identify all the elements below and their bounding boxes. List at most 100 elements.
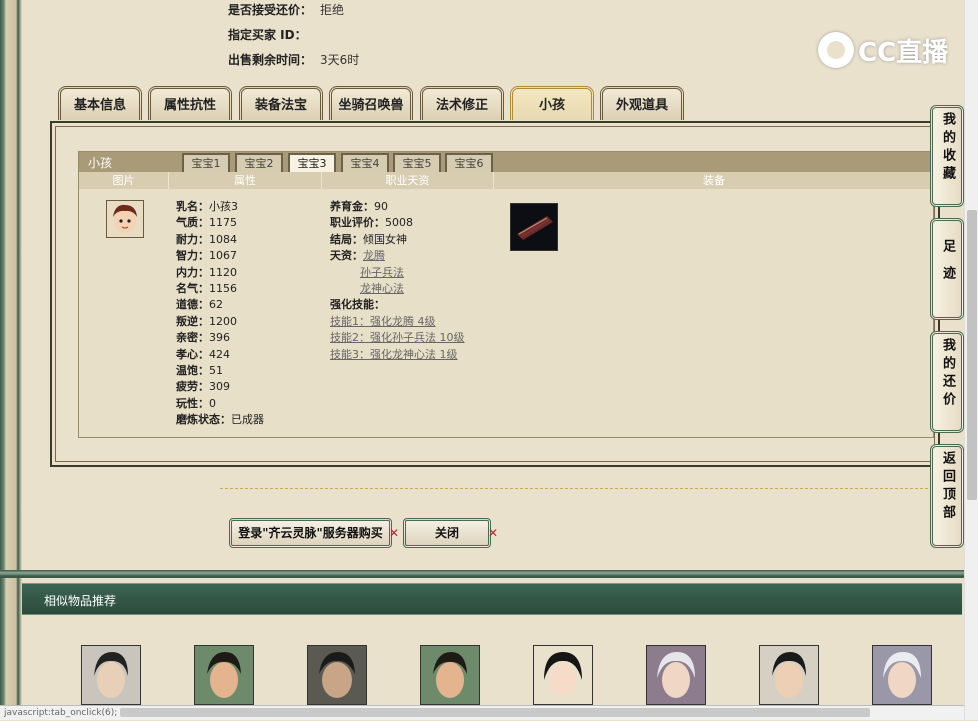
my-favorites-button[interactable]: 我的收藏 xyxy=(930,105,964,207)
attr-row: 亲密：396 xyxy=(176,330,264,346)
tab-attributes[interactable]: 属性抗性 xyxy=(148,86,232,120)
talent-link[interactable]: 龙腾 xyxy=(363,249,385,262)
equipment-item-icon[interactable] xyxy=(510,203,558,251)
recommend-item[interactable] xyxy=(533,645,593,705)
job-key: 职业评价： xyxy=(330,216,385,230)
job-row: 龙神心法 xyxy=(330,281,465,297)
subtab-baby1[interactable]: 宝宝1 xyxy=(182,153,230,172)
child-portrait xyxy=(106,200,144,238)
attr-row: 乳名：小孩3 xyxy=(176,199,264,215)
recommend-item[interactable] xyxy=(872,645,932,705)
attr-row: 耐力：1084 xyxy=(176,232,264,248)
column-header-equipment: 装备 xyxy=(494,172,935,189)
info-row: 是否接受还价： 拒绝 xyxy=(228,0,359,25)
tab-equipment[interactable]: 装备法宝 xyxy=(239,86,323,120)
attr-key: 磨炼状态： xyxy=(176,413,231,427)
close-button[interactable]: 关闭 ✕ xyxy=(403,518,498,548)
skill-link[interactable]: 技能2：强化孙子兵法 10级 xyxy=(330,331,465,344)
attr-key: 气质： xyxy=(176,216,209,230)
info-label: 出售剩余时间： xyxy=(228,53,313,67)
info-value: 拒绝 xyxy=(320,3,345,17)
attr-row: 温饱：51 xyxy=(176,363,264,379)
subtab-baby4[interactable]: 宝宝4 xyxy=(341,153,389,172)
subtab-baby6[interactable]: 宝宝6 xyxy=(445,153,493,172)
attr-row: 孝心：424 xyxy=(176,347,264,363)
info-label: 指定买家 ID： xyxy=(228,28,307,42)
attr-value: 0 xyxy=(209,396,216,410)
info-row: 出售剩余时间： 3天6时 xyxy=(228,50,359,75)
talent-link[interactable]: 龙神心法 xyxy=(360,282,404,295)
attr-value: 1084 xyxy=(209,232,237,246)
subtab-baby3[interactable]: 宝宝3 xyxy=(288,153,336,173)
recommend-item[interactable] xyxy=(759,645,819,705)
attr-row: 玩性：0 xyxy=(176,396,264,412)
attr-key: 温饱： xyxy=(176,364,209,378)
sale-info: 是否接受还价： 拒绝 指定买家 ID： 出售剩余时间： 3天6时 xyxy=(228,0,359,75)
job-row: 技能1：强化龙腾 4级 xyxy=(330,314,465,330)
recommend-item[interactable] xyxy=(307,645,367,705)
vertical-scrollbar[interactable] xyxy=(964,0,978,720)
tab-child[interactable]: 小孩 xyxy=(510,86,594,120)
attr-row: 智力：1067 xyxy=(176,248,264,264)
job-key: 强化技能： xyxy=(330,298,385,312)
section-title: 小孩 xyxy=(88,156,113,170)
tab-mounts[interactable]: 坐骑召唤兽 xyxy=(329,86,413,120)
info-value: 3天6时 xyxy=(320,53,360,67)
side-button-label: 我的收藏 xyxy=(940,112,955,184)
recommend-item[interactable] xyxy=(194,645,254,705)
horizontal-scrollbar[interactable] xyxy=(120,708,870,717)
attr-key: 乳名： xyxy=(176,200,209,213)
recommend-item[interactable] xyxy=(81,645,141,705)
side-button-label: 足迹 xyxy=(940,239,955,293)
tab-basic-info[interactable]: 基本信息 xyxy=(58,86,142,120)
job-key: 天资： xyxy=(330,249,363,263)
scrollbar-thumb[interactable] xyxy=(967,210,977,500)
attr-key: 玩性： xyxy=(176,396,209,410)
skill-link[interactable]: 技能3：强化龙神心法 1级 xyxy=(330,348,458,361)
attr-value: 1156 xyxy=(209,282,237,296)
attr-key: 孝心： xyxy=(176,347,209,361)
attr-value: 已成器 xyxy=(231,413,264,427)
section-separator xyxy=(0,570,978,578)
job-key: 养育金： xyxy=(330,200,374,213)
attr-key: 亲密： xyxy=(176,331,209,345)
job-row: 强化技能： xyxy=(330,297,465,313)
attr-row: 内力：1120 xyxy=(176,265,264,281)
skill-link[interactable]: 技能1：强化龙腾 4级 xyxy=(330,315,436,328)
status-text: javascript:tab_onclick(6); xyxy=(4,708,118,718)
job-row: 天资：龙腾 xyxy=(330,248,465,264)
job-row: 养育金：90 xyxy=(330,199,465,215)
attr-key: 内力： xyxy=(176,265,209,279)
attr-value: 396 xyxy=(209,331,230,345)
footprints-button[interactable]: 足迹 xyxy=(930,218,964,320)
attr-key: 叛逆： xyxy=(176,314,209,328)
attr-key: 名气： xyxy=(176,282,209,296)
job-row: 结局：倾国女神 xyxy=(330,232,465,248)
attr-value: 1175 xyxy=(209,216,237,230)
subtab-baby5[interactable]: 宝宝5 xyxy=(393,153,441,172)
talent-link[interactable]: 孙子兵法 xyxy=(360,266,404,279)
attr-value: 1067 xyxy=(209,249,237,263)
child-section: 小孩 宝宝1 宝宝2 宝宝3 宝宝4 宝宝5 宝宝6 图片 属性 职业天资 装备… xyxy=(78,151,935,438)
subtab-baby2[interactable]: 宝宝2 xyxy=(235,153,283,172)
recommend-item[interactable] xyxy=(420,645,480,705)
tab-spell[interactable]: 法术修正 xyxy=(420,86,504,120)
back-to-top-button[interactable]: 返回顶部 xyxy=(930,444,964,548)
tab-appearance[interactable]: 外观道具 xyxy=(600,86,684,120)
job-value: 倾国女神 xyxy=(363,232,407,246)
attr-value: 309 xyxy=(209,380,230,394)
attr-row: 道德：62 xyxy=(176,297,264,313)
recommend-item[interactable] xyxy=(646,645,706,705)
my-offers-button[interactable]: 我的还价 xyxy=(930,331,964,433)
job-row: 技能3：强化龙神心法 1级 xyxy=(330,347,465,363)
attr-value: 424 xyxy=(209,347,230,361)
close-mark-icon: ✕ xyxy=(487,526,498,540)
job-row: 技能2：强化孙子兵法 10级 xyxy=(330,330,465,346)
side-button-label: 返回顶部 xyxy=(940,451,955,523)
login-buy-button[interactable]: 登录"齐云灵脉"服务器购买 ✕ xyxy=(229,518,399,548)
close-mark-icon: ✕ xyxy=(388,526,399,540)
job-row: 职业评价：5008 xyxy=(330,215,465,231)
login-buy-label: 登录"齐云灵脉"服务器购买 xyxy=(238,526,383,540)
talent-list: 养育金：90 职业评价：5008 结局：倾国女神 天资：龙腾 孙子兵法 龙神心法… xyxy=(330,199,465,363)
job-row: 孙子兵法 xyxy=(330,265,465,281)
